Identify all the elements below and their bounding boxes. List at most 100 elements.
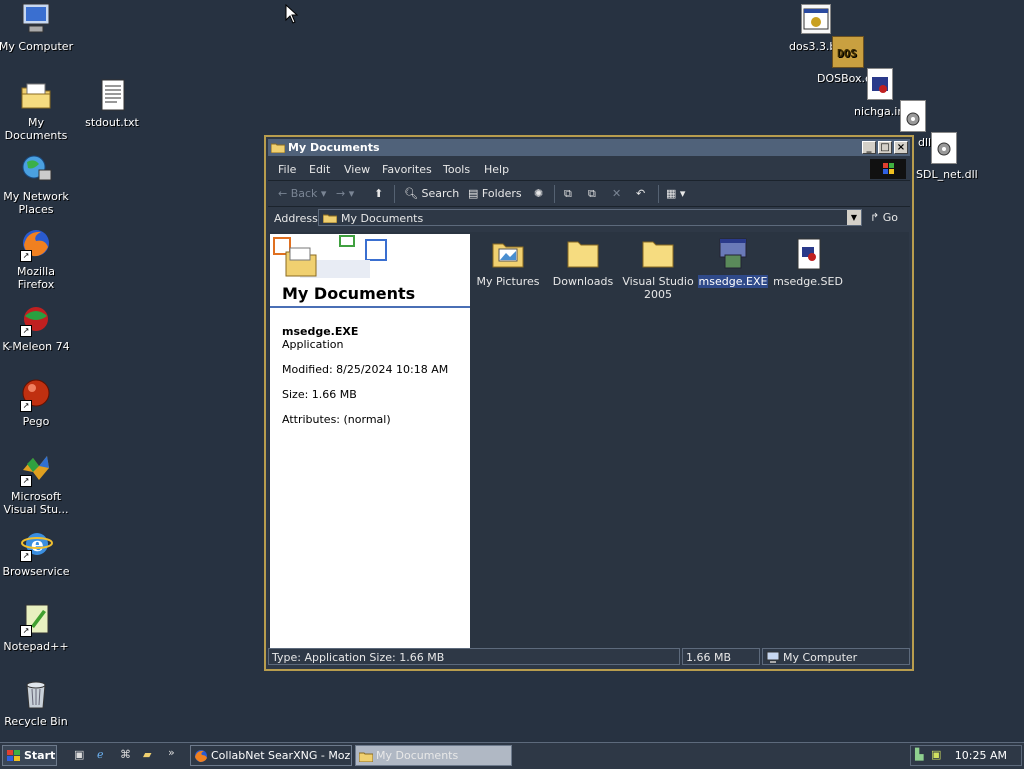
- application-icon: [716, 237, 750, 271]
- selected-file-attributes: Attributes: (normal): [282, 413, 391, 426]
- pane-divider: [270, 306, 470, 308]
- minimize-button[interactable]: _: [862, 141, 876, 154]
- menu-bar: File Edit View Favorites Tools Help: [268, 158, 910, 181]
- documents-folder-icon: [271, 143, 285, 153]
- undo-icon[interactable]: ↶: [636, 187, 645, 200]
- address-value: My Documents: [341, 212, 424, 225]
- address-bar: Address My Documents ▼ ↱ Go: [268, 207, 910, 229]
- desktop-icon-label: Microsoft Visual Stu...: [3, 490, 69, 516]
- address-dropdown-icon[interactable]: ▼: [847, 210, 861, 225]
- folder-item-visual-studio-2005[interactable]: Visual Studio 2005: [620, 237, 696, 301]
- back-label: Back: [290, 187, 318, 200]
- shortcut-arrow-icon: ↗: [20, 550, 32, 562]
- go-label: Go: [882, 211, 898, 224]
- up-folder-icon[interactable]: ⬆: [374, 187, 383, 200]
- menu-edit[interactable]: Edit: [309, 163, 330, 176]
- desktop-icon-notepad-plus[interactable]: ↗ Notepad++: [0, 602, 74, 653]
- folders-icon: ▤: [468, 187, 479, 200]
- desktop-icon-my-network-places[interactable]: My Network Places: [0, 152, 74, 216]
- item-label: Visual Studio 2005: [622, 275, 694, 301]
- address-input[interactable]: My Documents ▼: [318, 209, 862, 226]
- close-button[interactable]: ×: [894, 141, 908, 154]
- desktop-icon-sdl-net-dll[interactable]: SDL_net.dll: [915, 132, 985, 184]
- task-my-documents[interactable]: My Documents: [355, 745, 512, 766]
- explorer-window[interactable]: My Documents _ □ × File Edit View Favori…: [264, 135, 914, 671]
- quick-launch-network-icon[interactable]: ⌘: [120, 748, 131, 761]
- forward-button[interactable]: → ▾: [336, 187, 354, 200]
- desktop-icon-label: Mozilla Firefox: [17, 265, 55, 291]
- menu-file[interactable]: File: [278, 163, 296, 176]
- shortcut-arrow-icon: ↗: [20, 400, 32, 412]
- documents-banner-icon: [273, 235, 387, 278]
- status-zone-label: My Computer: [783, 651, 858, 664]
- tray-app-icon[interactable]: ▣: [931, 748, 941, 761]
- dosbox-icon: DOS: [832, 36, 864, 68]
- address-label: Address: [274, 212, 318, 225]
- menu-help[interactable]: Help: [484, 163, 509, 176]
- documents-folder-icon: [323, 214, 337, 223]
- dll-file-icon: [900, 100, 926, 132]
- tray-network-icon[interactable]: ▙: [915, 748, 923, 761]
- task-firefox[interactable]: CollabNet SearXNG - Mozil...: [190, 745, 352, 766]
- search-button[interactable]: 🔍︎ Search: [404, 187, 459, 200]
- desktop-icon-my-documents[interactable]: My Documents: [0, 78, 74, 142]
- notepad-plus-icon: ↗: [19, 602, 53, 637]
- desktop-icon-browservice[interactable]: e ↗ Browservice: [0, 527, 74, 578]
- menu-tools[interactable]: Tools: [443, 163, 470, 176]
- file-item-msedge-exe[interactable]: msedge.EXE: [695, 237, 771, 288]
- documents-folder-icon: [359, 752, 373, 762]
- mouse-cursor-icon: [285, 4, 299, 24]
- quick-launch-desktop-icon[interactable]: ▣: [74, 748, 84, 761]
- status-info: Type: Application Size: 1.66 MB: [268, 648, 680, 665]
- k-meleon-icon: ↗: [19, 302, 53, 337]
- desktop-icon-k-meleon[interactable]: ↗ K-Meleon 74: [0, 302, 74, 353]
- svg-text:e: e: [31, 532, 44, 556]
- go-button[interactable]: ↱ Go: [870, 211, 898, 224]
- toolbar-separator: [658, 185, 659, 203]
- item-label: Downloads: [552, 275, 614, 288]
- desktop-icon-label: Recycle Bin: [4, 715, 68, 728]
- menu-favorites[interactable]: Favorites: [382, 163, 432, 176]
- back-arrow-icon: ←: [278, 187, 288, 200]
- desktop-icon-label: Pego: [22, 415, 50, 428]
- copy-to-icon[interactable]: ⧉: [588, 187, 596, 201]
- text-file-icon: [95, 78, 129, 112]
- recycle-bin-icon: [19, 677, 53, 711]
- pego-icon: ↗: [19, 377, 53, 412]
- file-item-msedge-sed[interactable]: msedge.SED: [770, 237, 846, 288]
- desktop-icon-my-computer[interactable]: My Computer: [0, 2, 74, 53]
- maximize-button[interactable]: □: [878, 141, 892, 154]
- desktop-icon-recycle-bin[interactable]: Recycle Bin: [0, 677, 74, 728]
- quick-launch-more-icon[interactable]: »: [168, 746, 175, 759]
- folders-button[interactable]: ▤ Folders: [468, 187, 522, 200]
- folder-icon: [566, 237, 600, 271]
- folder-view[interactable]: My Documents msedge.EXE Application Modi…: [269, 232, 909, 649]
- desktop-icon-mozilla-firefox[interactable]: ↗ Mozilla Firefox: [0, 227, 74, 291]
- folder-item-downloads[interactable]: Downloads: [545, 237, 621, 288]
- views-button[interactable]: ▦ ▾: [666, 187, 685, 200]
- shortcut-arrow-icon: ↗: [20, 325, 32, 337]
- folder-item-my-pictures[interactable]: My Pictures: [470, 237, 546, 288]
- firefox-icon: [195, 750, 207, 762]
- selected-file-modified: Modified: 8/25/2024 10:18 AM: [282, 363, 449, 376]
- clock[interactable]: 10:25 AM: [955, 749, 1007, 762]
- desktop-icon-label: My Computer: [0, 40, 74, 53]
- move-to-icon[interactable]: ⧉: [564, 187, 572, 201]
- shortcut-arrow-icon: ↗: [20, 250, 32, 262]
- selected-file-size: Size: 1.66 MB: [282, 388, 357, 401]
- desktop-icon-pego[interactable]: ↗ Pego: [0, 377, 74, 428]
- back-button[interactable]: ← Back ▾: [278, 187, 326, 200]
- toolbar: ← Back ▾ → ▾ ⬆ 🔍︎ Search ▤ Folders ✺ ⧉ ⧉…: [268, 182, 910, 207]
- start-button[interactable]: Start: [2, 745, 57, 766]
- desktop-icon-stdout-txt[interactable]: stdout.txt: [74, 78, 150, 129]
- menu-view[interactable]: View: [344, 163, 370, 176]
- dll-file-icon: [931, 132, 957, 164]
- desktop-icon-visual-studio[interactable]: ↗ Microsoft Visual Stu...: [0, 452, 74, 516]
- quick-launch-folder-icon[interactable]: ▰: [143, 748, 151, 761]
- delete-icon[interactable]: ✕: [612, 187, 621, 200]
- history-icon[interactable]: ✺: [534, 187, 543, 200]
- quick-launch-ie-icon[interactable]: ℯ: [97, 748, 104, 761]
- title-bar[interactable]: My Documents _ □ ×: [268, 139, 910, 156]
- item-label: My Pictures: [476, 275, 540, 288]
- desktop-icon-label: stdout.txt: [85, 116, 139, 129]
